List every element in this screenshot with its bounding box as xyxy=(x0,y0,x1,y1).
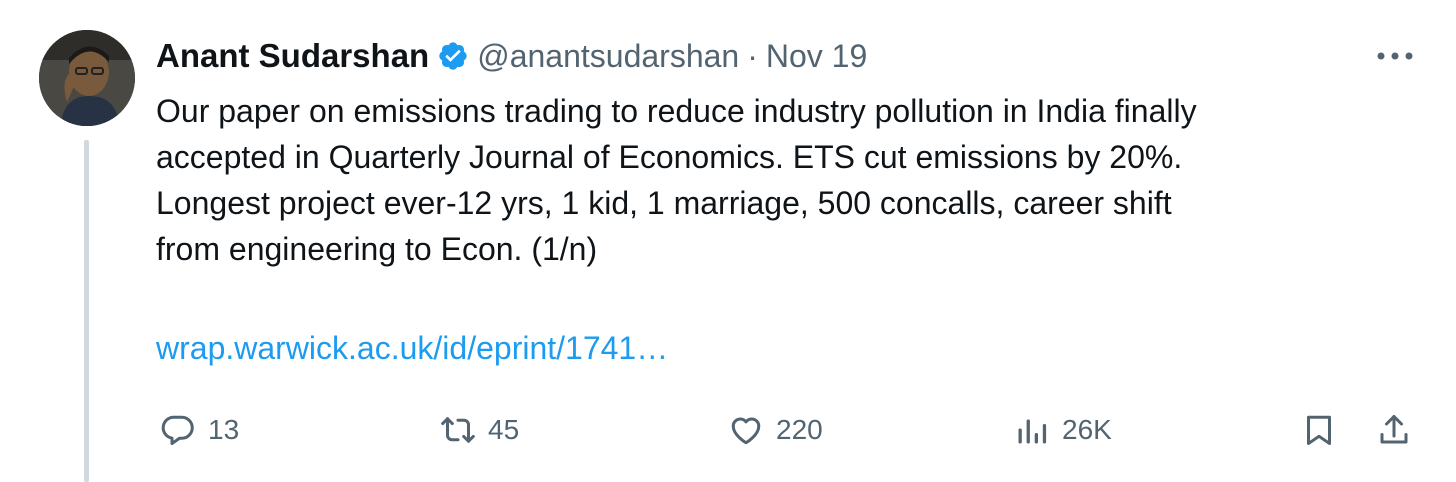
reply-button[interactable]: 13 xyxy=(160,408,239,452)
bookmark-icon xyxy=(1307,415,1331,445)
author-name[interactable]: Anant Sudarshan xyxy=(156,37,429,75)
like-button[interactable]: 220 xyxy=(728,408,823,452)
more-icon[interactable] xyxy=(1373,40,1417,72)
tweet-text-line: Our paper on emissions trading to reduce… xyxy=(156,93,1197,129)
views-count: 26K xyxy=(1062,414,1112,445)
retweet-count: 45 xyxy=(488,414,520,445)
reply-icon xyxy=(161,415,194,445)
tweet-link[interactable]: wrap.warwick.ac.uk/id/eprint/1741… xyxy=(156,330,668,367)
tweet-header: Anant Sudarshan @anantsudarshan · Nov 19 xyxy=(156,30,867,82)
tweet-text-line: from engineering to Econ. (1/n) xyxy=(156,231,598,267)
tweet-text-line: Longest project ever-12 yrs, 1 kid, 1 ma… xyxy=(156,185,1172,221)
retweet-icon xyxy=(441,417,475,443)
separator-dot: · xyxy=(747,37,758,74)
share-button[interactable] xyxy=(1376,408,1412,452)
like-icon xyxy=(731,417,761,445)
views-button[interactable]: 26K xyxy=(1014,408,1112,452)
avatar-image xyxy=(39,30,135,126)
tweet-text-line: accepted in Quarterly Journal of Economi… xyxy=(156,139,1183,175)
share-icon xyxy=(1380,415,1408,444)
like-count: 220 xyxy=(776,414,823,445)
avatar[interactable] xyxy=(39,30,135,126)
retweet-button[interactable]: 45 xyxy=(440,408,519,452)
reply-count: 13 xyxy=(208,414,240,445)
author-handle[interactable]: @anantsudarshan xyxy=(477,38,739,75)
tweet-date[interactable]: Nov 19 xyxy=(766,38,867,75)
verified-icon[interactable] xyxy=(437,40,469,72)
bookmark-button[interactable] xyxy=(1301,408,1337,452)
thread-line xyxy=(84,140,89,482)
tweet-text: Our paper on emissions trading to reduce… xyxy=(156,88,1416,272)
views-icon xyxy=(1018,419,1047,444)
